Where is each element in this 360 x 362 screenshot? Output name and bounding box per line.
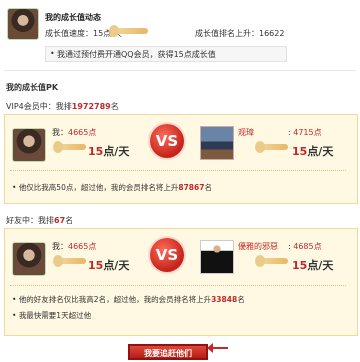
friend-rank-line: 好友中：我排67名 xyxy=(6,215,73,226)
card2-other-rate: 15点/天 xyxy=(292,257,333,273)
header-divider xyxy=(4,70,356,71)
tip-bullet: • xyxy=(50,49,55,58)
card2-note2-text: 我最快需要1天超过他 xyxy=(18,311,92,320)
growth-rank-rise: 成长值排名上升：16622 xyxy=(195,29,285,38)
card1-other-points-value: 4715点 xyxy=(293,128,322,137)
card1-other-rate: 15点/天 xyxy=(292,143,333,159)
tip-text: 我通过预付费开通QQ会员，获得15点成长值 xyxy=(57,50,216,59)
card1-me-points-value: 4665点 xyxy=(68,128,97,137)
card1-me-label: 我： xyxy=(52,128,68,137)
friend-rank-suffix: 名 xyxy=(65,216,74,225)
card1-note: • 他仅比我高50点，超过他，我的会员排名将上升87867名 xyxy=(12,183,212,192)
card2-other-avatar[interactable] xyxy=(200,240,234,274)
vs-badge: VS xyxy=(150,238,184,272)
card2-divider xyxy=(10,285,346,286)
card2-note1-suffix: 名 xyxy=(237,295,245,304)
vip-rank-line: VIP4会员中：我排1972789名 xyxy=(6,101,119,112)
card2-me-label: 我： xyxy=(52,242,68,251)
card1-me-rate-num: 15 xyxy=(88,145,104,158)
card1-other-rate-num: 15 xyxy=(292,145,308,158)
card2-me-points-value: 4665点 xyxy=(68,242,97,251)
card2-note1-rank: 33848 xyxy=(211,295,238,304)
card1-other-avatar[interactable] xyxy=(200,126,234,160)
card1-me-rate-unit: 点/天 xyxy=(103,145,130,158)
growth-dynamics-title: 我的成长值动态 xyxy=(45,13,101,22)
card2-other-rate-unit: 点/天 xyxy=(307,259,334,272)
card2-other-name[interactable]: 優雅的邪惡 xyxy=(238,241,278,252)
key-icon xyxy=(255,255,288,267)
my-avatar-card1 xyxy=(12,128,46,162)
chase-them-button[interactable]: 我要追赶他们 xyxy=(128,344,208,360)
card2-other-points: : 4685点 xyxy=(288,242,322,251)
card1-note-suffix: 名 xyxy=(204,183,212,192)
card2-note1-prefix: 他的好友排名仅比我高2名，超过他，我的会员排名将上升 xyxy=(18,295,212,304)
key-icon xyxy=(53,255,86,267)
key-icon xyxy=(255,141,288,153)
card2-me-rate-num: 15 xyxy=(88,259,104,272)
card1-other-name[interactable]: 观璋 xyxy=(238,127,254,138)
friend-rank-value: 67 xyxy=(54,216,66,225)
card2-note2: • 我最快需要1天超过他 xyxy=(12,311,92,320)
card1-note-rank: 87867 xyxy=(178,183,205,192)
key-icon xyxy=(109,25,148,37)
my-avatar xyxy=(7,8,39,40)
key-icon xyxy=(53,141,86,153)
card1-me-points: 我：4665点 xyxy=(52,127,96,138)
my-avatar-card2 xyxy=(12,242,46,276)
friend-rank-prefix: 好友中：我排 xyxy=(6,216,54,225)
card1-other-rate-unit: 点/天 xyxy=(307,145,334,158)
card2-me-rate-unit: 点/天 xyxy=(103,259,130,272)
card1-other-points: : 4715点 xyxy=(288,128,322,137)
card2-note1: • 他的好友排名仅比我高2名，超过他，我的会员排名将上升33848名 xyxy=(12,295,245,304)
card2-me-rate: 15点/天 xyxy=(88,257,129,273)
pk-title: 我的成长值PK xyxy=(6,83,59,92)
card1-note-prefix: 他仅比我高50点，超过他，我的会员排名将上升 xyxy=(18,183,179,192)
card1-me-rate: 15点/天 xyxy=(88,143,129,159)
arrow-left-icon xyxy=(207,343,228,353)
vip-rank-suffix: 名 xyxy=(110,102,119,111)
card1-divider xyxy=(10,170,346,171)
vip-rank-value: 1972789 xyxy=(71,102,111,111)
card2-other-rate-num: 15 xyxy=(292,259,308,272)
card2-other-points-value: 4685点 xyxy=(293,242,322,251)
card2-me-points: 我：4665点 xyxy=(52,241,96,252)
vs-badge: VS xyxy=(150,124,184,158)
vip-rank-prefix: VIP4会员中：我排 xyxy=(6,102,72,111)
